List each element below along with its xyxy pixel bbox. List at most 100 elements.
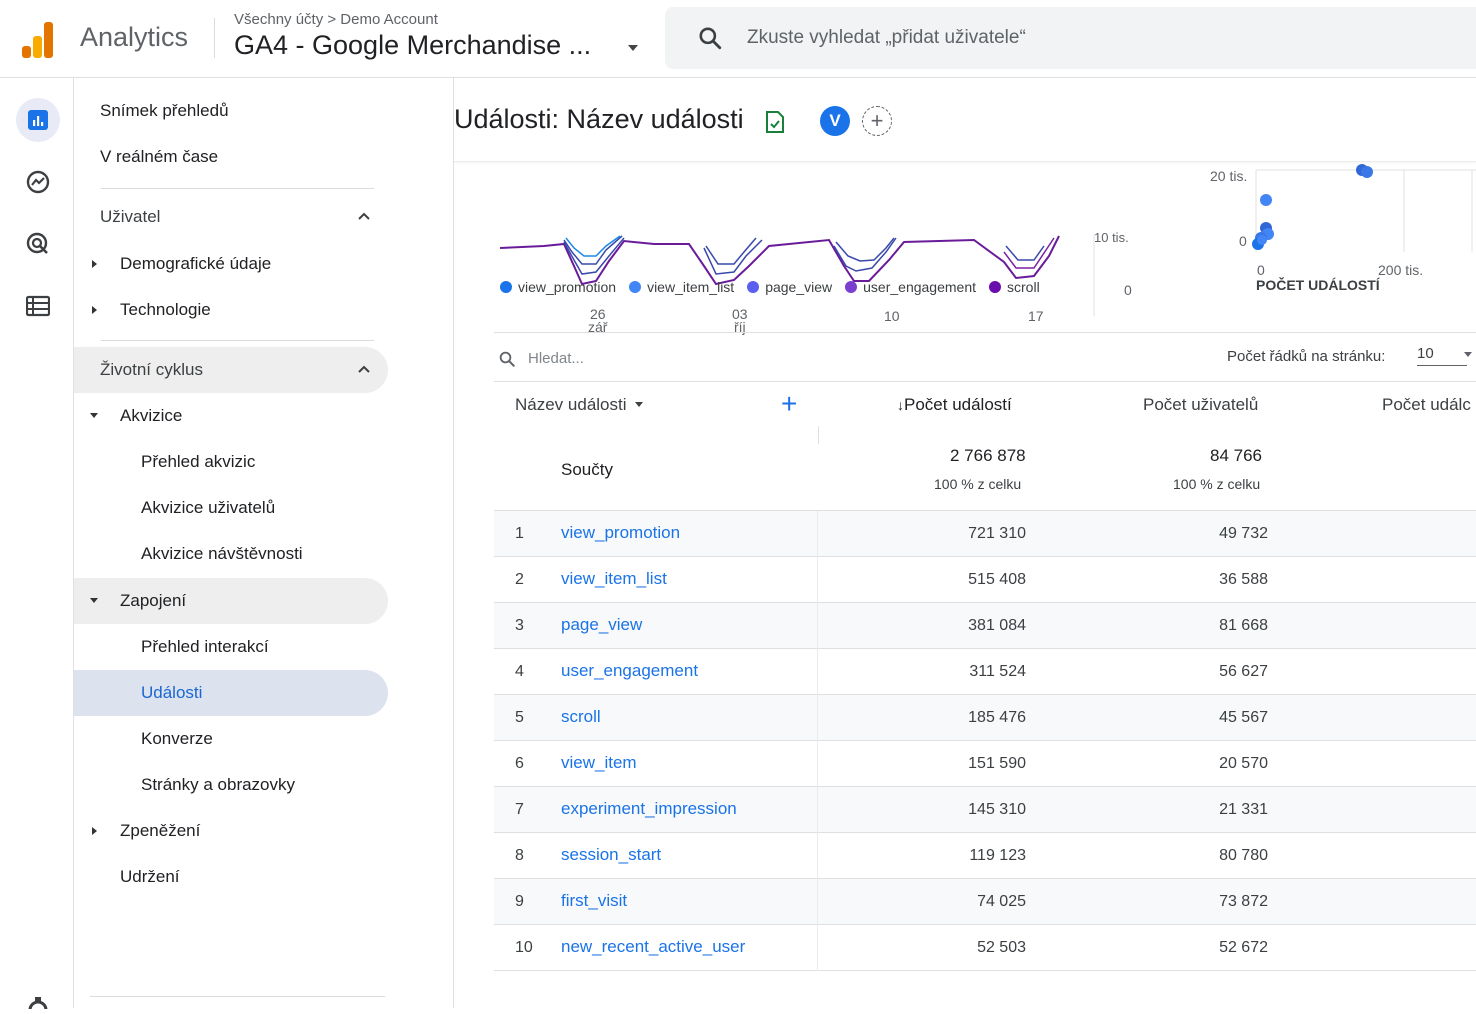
- event-name-link[interactable]: view_promotion: [561, 523, 680, 543]
- nav-user-acquisition[interactable]: Akvizice uživatelů: [74, 485, 388, 531]
- column-header-total-users[interactable]: Počet uživatelů: [1143, 395, 1258, 415]
- nav-acquisition[interactable]: Akvizice: [74, 393, 388, 439]
- property-selector[interactable]: GA4 - Google Merchandise ...: [234, 30, 591, 61]
- scatter-y-tick-zero: 0: [1239, 233, 1247, 249]
- configure-icon[interactable]: [16, 284, 60, 328]
- event-name-link[interactable]: first_visit: [561, 891, 627, 911]
- scatter-point[interactable]: [1257, 235, 1267, 245]
- nav-monetization-label: Zpeněžení: [120, 821, 201, 840]
- add-dimension-button[interactable]: +: [781, 390, 797, 418]
- legend-item[interactable]: scroll: [989, 279, 1040, 295]
- nav-snapshot[interactable]: Snímek přehledů: [74, 88, 388, 134]
- nav-engagement[interactable]: Zapojení: [74, 578, 388, 624]
- table-row[interactable]: 9 first_visit 74 025 73 872: [494, 879, 1476, 925]
- event-count-cell: 74 025: [977, 893, 1026, 910]
- row-index: 4: [515, 663, 524, 680]
- event-count-cell: 515 408: [968, 571, 1026, 588]
- event-name-link[interactable]: user_engagement: [561, 661, 698, 681]
- table-row[interactable]: 2 view_item_list 515 408 36 588: [494, 557, 1476, 603]
- account-breadcrumb[interactable]: Všechny účty > Demo Account: [234, 11, 438, 28]
- event-name-link[interactable]: page_view: [561, 615, 642, 635]
- legend-item[interactable]: user_engagement: [845, 279, 976, 295]
- nav-realtime[interactable]: V reálném čase: [74, 134, 388, 180]
- expand-arrow-icon: [92, 260, 97, 268]
- total-users-percent: 100 % z celku: [1173, 476, 1261, 492]
- nav-engagement-label: Zapojení: [120, 591, 187, 610]
- users-cell: 52 672: [1219, 939, 1268, 956]
- table-row[interactable]: 6 view_item 151 590 20 570: [494, 741, 1476, 787]
- row-index: 8: [515, 847, 524, 864]
- table-row[interactable]: 1 view_promotion 721 310 49 732: [494, 511, 1476, 557]
- nav-engagement-overview[interactable]: Přehled interakcí: [74, 624, 388, 670]
- nav-retention[interactable]: Udržení: [74, 854, 388, 900]
- nav-demographics[interactable]: Demografické údaje: [74, 241, 388, 287]
- y-tick-label: 10 tis.: [1094, 230, 1129, 245]
- nav-acquisition-overview[interactable]: Přehled akvizic: [74, 439, 388, 485]
- nav-section-lifecycle[interactable]: Životní cyklus: [74, 347, 388, 393]
- scatter-chart: [1252, 164, 1476, 252]
- event-name-link[interactable]: experiment_impression: [561, 799, 737, 819]
- add-comparison-button[interactable]: +: [862, 106, 892, 136]
- comparison-avatar[interactable]: V: [820, 106, 850, 136]
- line-series-scroll: [499, 235, 1060, 286]
- cell-divider: [817, 787, 818, 833]
- nav-section-user[interactable]: Uživatel: [74, 194, 388, 240]
- search-placeholder[interactable]: Zkuste vyhledat „přidat uživatele“: [747, 27, 1026, 49]
- event-name-link[interactable]: view_item_list: [561, 569, 667, 589]
- column-divider: [818, 426, 819, 444]
- cell-divider: [817, 879, 818, 925]
- rows-per-page-label: Počet řádků na stránku:: [1227, 348, 1386, 365]
- nav-pages-screens[interactable]: Stránky a obrazovky: [74, 762, 388, 808]
- table-row[interactable]: 4 user_engagement 311 524 56 627: [494, 649, 1476, 695]
- event-count-cell: 145 310: [968, 801, 1026, 818]
- event-count-cell: 381 084: [968, 617, 1026, 634]
- advertising-icon[interactable]: [16, 222, 60, 266]
- column-header-event-count-per-user[interactable]: Počet událc: [1382, 395, 1471, 415]
- legend-item[interactable]: view_item_list: [629, 279, 734, 295]
- legend-dot: [629, 281, 642, 293]
- users-cell: 20 570: [1219, 755, 1268, 772]
- scatter-point[interactable]: [1260, 194, 1272, 206]
- table-row[interactable]: 8 session_start 119 123 80 780: [494, 833, 1476, 879]
- line-series-page-view-4: [1005, 245, 1045, 261]
- chevron-down-icon[interactable]: [628, 45, 638, 51]
- table-row[interactable]: 7 experiment_impression 145 310 21 331: [494, 787, 1476, 833]
- reports-icon[interactable]: [16, 98, 60, 142]
- explore-icon[interactable]: [16, 160, 60, 204]
- nav-traffic-acquisition[interactable]: Akvizice návštěvnosti: [74, 531, 388, 577]
- nav-technology[interactable]: Technologie: [74, 287, 388, 333]
- event-name-link[interactable]: view_item: [561, 753, 637, 773]
- chevron-down-icon[interactable]: [1464, 352, 1472, 357]
- nav-traffic-acquisition-label: Akvizice návštěvnosti: [141, 544, 303, 563]
- event-name-link[interactable]: session_start: [561, 845, 661, 865]
- legend-item[interactable]: view_promotion: [500, 279, 616, 295]
- nav-monetization[interactable]: Zpeněžení: [74, 808, 388, 854]
- event-name-link[interactable]: scroll: [561, 707, 601, 727]
- report-title-bar: Události: Název události V +: [454, 78, 1476, 162]
- table-search-input[interactable]: Hledat...: [528, 350, 584, 367]
- event-name-link[interactable]: new_recent_active_user: [561, 937, 745, 957]
- nav-conversions[interactable]: Konverze: [74, 716, 388, 762]
- rows-per-page-select[interactable]: 10: [1417, 345, 1467, 366]
- legend-item[interactable]: page_view: [747, 279, 832, 295]
- saved-report-icon[interactable]: [764, 110, 786, 134]
- cell-divider: [817, 603, 818, 649]
- row-index: 9: [515, 893, 524, 910]
- column-header-event-name[interactable]: Název události: [515, 395, 644, 415]
- table-row[interactable]: 5 scroll 185 476 45 567: [494, 695, 1476, 741]
- table-row[interactable]: 3 page_view 381 084 81 668: [494, 603, 1476, 649]
- row-index: 1: [515, 525, 524, 542]
- scatter-point[interactable]: [1361, 166, 1373, 178]
- side-nav: Snímek přehledů V reálném čase Uživatel …: [74, 78, 454, 1008]
- table-row[interactable]: 10 new_recent_active_user 52 503 52 672: [494, 925, 1476, 971]
- row-index: 6: [515, 755, 524, 772]
- search-bar[interactable]: Zkuste vyhledat „přidat uživatele“: [665, 7, 1476, 69]
- settings-icon[interactable]: [25, 996, 51, 1014]
- chevron-up-icon: [358, 365, 370, 373]
- line-series-page-view-3: [835, 237, 895, 262]
- analytics-logo-icon[interactable]: [18, 20, 58, 58]
- column-header-event-count[interactable]: ↓Počet událostí: [897, 395, 1012, 415]
- x-tick-label: 17: [1028, 308, 1044, 324]
- cell-divider: [817, 833, 818, 879]
- nav-events[interactable]: Události: [74, 670, 388, 716]
